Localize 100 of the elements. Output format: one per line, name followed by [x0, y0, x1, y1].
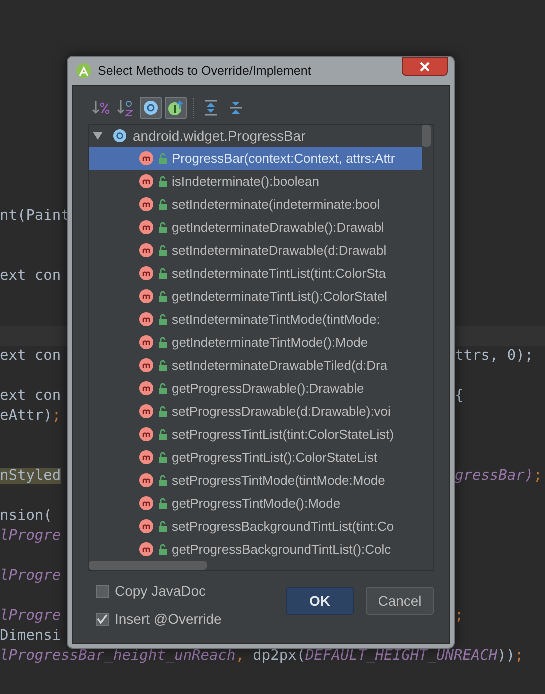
code-text: Dimensi — [0, 628, 62, 644]
method-row[interactable]: setIndeterminateTintList(tint:ColorSta — [89, 262, 422, 285]
code-text: ext con — [0, 388, 62, 404]
method-signature: getIndeterminateTintMode():Mode — [172, 334, 368, 352]
code-text: lProgre — [0, 608, 62, 624]
code-text: dp2px( — [253, 648, 306, 664]
method-signature: getIndeterminateDrawable():Drawabl — [172, 218, 384, 237]
horizontal-scrollbar[interactable] — [89, 561, 207, 570]
method-row[interactable]: getIndeterminateDrawable():Drawabl — [89, 216, 422, 239]
code-text: ext con — [0, 268, 62, 284]
method-row[interactable]: setProgressTintList(tint:ColorStateList) — [89, 423, 422, 446]
code-text: ; — [534, 468, 542, 484]
method-row[interactable]: ProgressBar(context:Context, attrs:Attr — [89, 147, 422, 170]
method-icon — [139, 404, 154, 419]
method-signature: setProgressTintList(tint:ColorStateList) — [172, 426, 394, 444]
window-title: Select Methods to Override/Implement — [98, 62, 312, 80]
method-icon — [139, 312, 154, 327]
method-signature: getIndeterminateTintList():ColorStatel — [172, 288, 388, 306]
code-text: ; — [455, 608, 464, 624]
close-button[interactable] — [402, 57, 448, 76]
method-signature: ProgressBar(context:Context, attrs:Attr — [172, 150, 396, 168]
checkbox[interactable] — [96, 612, 109, 626]
code-text: lProgre — [0, 568, 62, 584]
android-icon — [76, 63, 92, 79]
checkbox-label: Copy JavaDoc — [115, 582, 206, 601]
method-row[interactable]: setIndeterminate(indeterminate:bool — [89, 193, 422, 216]
code-text: )) — [498, 648, 516, 664]
method-signature: getProgressDrawable():Drawable — [172, 380, 364, 398]
code-text: eAttr) — [0, 408, 52, 424]
method-icon — [139, 266, 154, 281]
method-row[interactable]: getIndeterminateTintMode():Mode — [89, 331, 422, 354]
method-row[interactable]: setIndeterminateDrawable(d:Drawabl — [89, 239, 422, 262]
method-signature: setIndeterminate(indeterminate:bool — [172, 196, 380, 214]
sort-icon — [117, 99, 135, 117]
lock-icon — [158, 383, 168, 394]
lock-icon — [158, 222, 168, 233]
code-text: DEFAULT_HEIGHT_UNREACH — [306, 648, 498, 664]
method-row[interactable]: getProgressDrawable():Drawable — [89, 377, 422, 400]
code-text: ext con — [0, 348, 62, 364]
lock-icon — [158, 245, 168, 256]
method-row[interactable]: setProgressTintMode(tintMode:Mode — [89, 469, 422, 492]
method-row[interactable]: setProgressBackgroundTintList(tint:Co — [89, 515, 422, 538]
close-icon — [419, 62, 431, 72]
method-row[interactable]: getIndeterminateTintList():ColorStatel — [89, 285, 422, 308]
checkbox[interactable] — [96, 584, 109, 598]
lock-icon — [158, 429, 168, 440]
method-icon — [139, 496, 154, 511]
vertical-scrollbar[interactable] — [422, 125, 431, 147]
method-signature: setProgressTintMode(tintMode:Mode — [172, 472, 386, 490]
collapse-all-icon — [229, 100, 243, 116]
lock-icon — [158, 475, 168, 486]
method-signature: getProgressTintList():ColorStateList — [172, 448, 378, 467]
lock-icon — [158, 176, 168, 187]
lock-icon — [158, 314, 168, 325]
method-icon — [139, 197, 154, 212]
method-icon — [139, 358, 154, 373]
class-name[interactable]: android.widget.ProgressBar — [133, 126, 306, 146]
code-text: nsion( — [0, 508, 52, 524]
check-icon — [97, 614, 108, 624]
method-signature: isIndeterminate():boolean — [172, 172, 320, 191]
lock-icon — [158, 544, 168, 555]
method-signature: setIndeterminateDrawable(d:Drawabl — [172, 242, 387, 260]
code-text: lProgressBar_height_unReach — [0, 648, 236, 664]
expand-arrow-icon[interactable] — [93, 132, 103, 140]
method-icon — [139, 151, 154, 166]
method-row[interactable]: getProgressBackgroundTintList():Colc — [89, 538, 422, 561]
code-text: lProgre — [0, 528, 62, 544]
method-signature: getProgressTintMode():Mode — [172, 494, 341, 513]
method-icon — [139, 174, 154, 189]
method-row[interactable]: setIndeterminateDrawableTiled(d:Dra — [89, 354, 422, 377]
lock-icon — [158, 406, 168, 417]
method-row[interactable]: getProgressTintList():ColorStateList — [89, 446, 422, 469]
ok-button[interactable]: OK — [286, 587, 354, 615]
cancel-button[interactable]: Cancel — [366, 587, 434, 615]
method-icon — [139, 335, 154, 350]
lock-icon — [158, 337, 168, 348]
method-row[interactable]: getProgressTintMode():Mode — [89, 492, 422, 515]
lock-icon — [158, 268, 168, 279]
expand-all-icon — [204, 100, 218, 116]
toolbar-button[interactable] — [140, 97, 162, 119]
method-row[interactable]: setIndeterminateTintMode(tintMode: — [89, 308, 422, 331]
method-row[interactable]: setProgressDrawable(d:Drawable):voi — [89, 400, 422, 423]
class-icon — [143, 100, 159, 116]
method-row[interactable]: isIndeterminate():boolean — [89, 170, 422, 193]
method-icon — [139, 381, 154, 396]
code-text: nt(Paint — [0, 208, 70, 224]
toolbar-button[interactable] — [165, 97, 187, 119]
method-signature: setProgressDrawable(d:Drawable):voi — [172, 402, 391, 421]
checkbox-label: Insert @Override — [115, 610, 222, 628]
code-text: nStyled — [0, 468, 62, 484]
method-icon — [139, 473, 154, 488]
method-icon — [139, 519, 154, 534]
code-text: ; — [52, 408, 62, 424]
sort-icon — [92, 100, 110, 116]
code-text: gressBar) — [455, 468, 534, 484]
method-icon — [139, 243, 154, 258]
class-icon — [113, 129, 127, 143]
method-signature: getProgressBackgroundTintList():Colc — [172, 540, 392, 559]
method-icon — [139, 427, 154, 442]
code-text: , — [236, 648, 246, 664]
